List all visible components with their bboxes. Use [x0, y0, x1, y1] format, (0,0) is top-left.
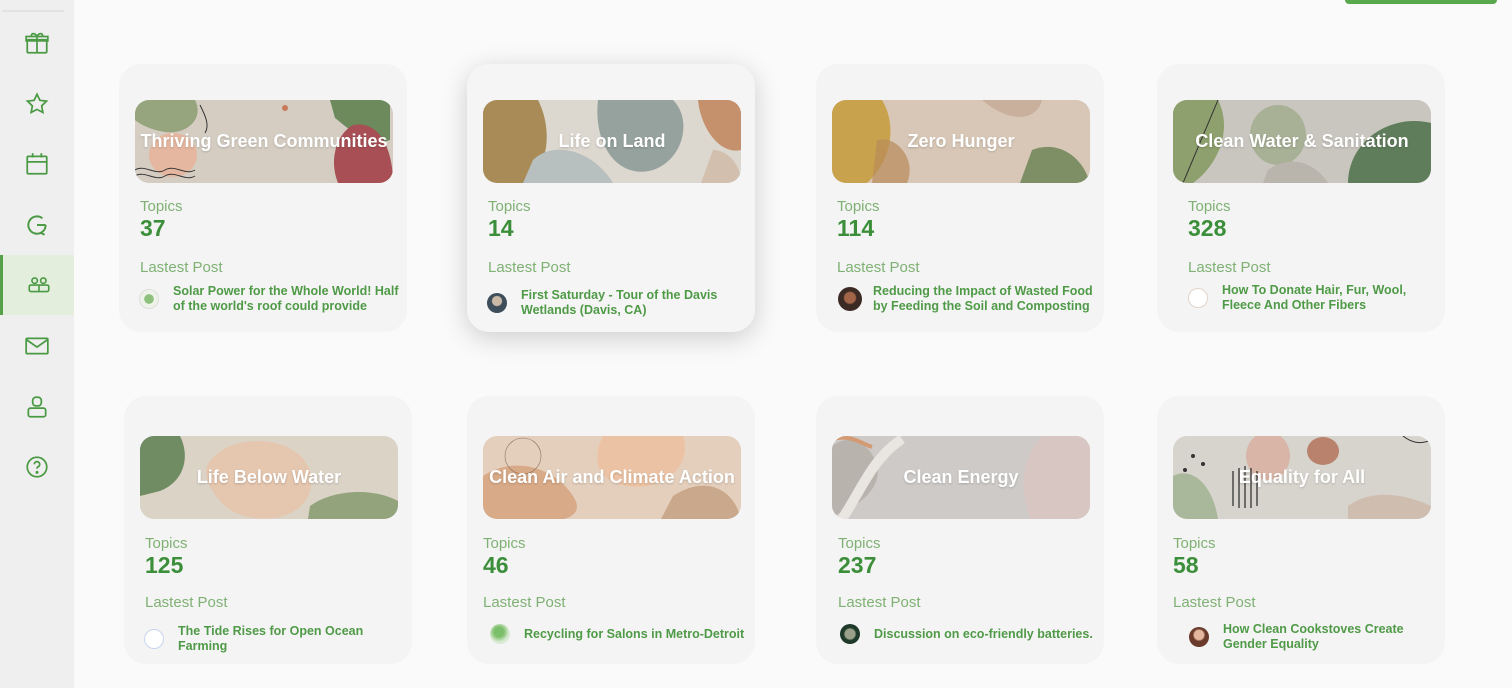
topics-label: Topics — [488, 198, 531, 215]
avatar — [838, 287, 862, 311]
nav-communities[interactable] — [0, 255, 74, 315]
card-banner: Thriving Green Communities — [135, 100, 393, 183]
top-action-button[interactable] — [1345, 0, 1497, 4]
card-title: Clean Water & Sanitation — [1195, 131, 1409, 151]
community-icon — [27, 277, 50, 293]
latest-post-link[interactable]: First Saturday - Tour of the Davis Wetla… — [521, 288, 749, 318]
latest-post[interactable]: Solar Power for the Whole World! Half of… — [139, 284, 401, 314]
community-card[interactable]: Clean Water & Sanitation Topics 328 Last… — [1157, 64, 1445, 332]
nav-messages[interactable] — [0, 316, 74, 376]
latest-post[interactable]: How Clean Cookstoves Create Gender Equal… — [1189, 622, 1445, 652]
card-title: Clean Energy — [903, 467, 1019, 487]
latest-post-label: Lastest Post — [1173, 594, 1256, 611]
nav-refresh[interactable] — [0, 195, 74, 255]
topics-count: 58 — [1173, 552, 1199, 578]
avatar — [139, 289, 159, 309]
card-banner: Clean Water & Sanitation — [1173, 100, 1431, 183]
latest-post[interactable]: Reducing the Impact of Wasted Food by Fe… — [838, 284, 1100, 314]
topics-label: Topics — [483, 535, 526, 552]
card-banner: Clean Air and Climate Action — [483, 436, 741, 519]
topics-count: 328 — [1188, 215, 1227, 241]
latest-post-label: Lastest Post — [838, 594, 921, 611]
latest-post-label: Lastest Post — [483, 594, 566, 611]
nav-profile[interactable] — [0, 377, 74, 437]
avatar — [490, 624, 510, 644]
latest-post-link[interactable]: Reducing the Impact of Wasted Food by Fe… — [873, 284, 1100, 314]
refresh-icon — [27, 215, 47, 236]
help-icon — [26, 456, 48, 478]
community-card[interactable]: Zero Hunger Topics 114 Lastest Post Redu… — [816, 64, 1104, 332]
topics-count: 37 — [140, 215, 166, 241]
card-title: Life on Land — [558, 131, 666, 151]
topics-label: Topics — [145, 535, 188, 552]
topics-count: 14 — [488, 215, 514, 241]
card-title: Clean Air and Climate Action — [489, 467, 735, 487]
topics-label: Topics — [1188, 198, 1231, 215]
community-card[interactable]: Clean Air and Climate Action Topics 46 L… — [467, 396, 755, 664]
latest-post-label: Lastest Post — [488, 259, 571, 276]
latest-post[interactable]: How To Donate Hair, Fur, Wool, Fleece An… — [1188, 283, 1428, 313]
card-banner: Clean Energy — [832, 436, 1090, 519]
avatar — [1189, 627, 1209, 647]
latest-post-link[interactable]: Discussion on eco-friendly batteries. — [874, 627, 1093, 642]
avatar — [144, 629, 164, 649]
latest-post-link[interactable]: How Clean Cookstoves Create Gender Equal… — [1223, 622, 1445, 652]
topics-label: Topics — [1173, 535, 1216, 552]
latest-post-link[interactable]: Recycling for Salons in Metro-Detroit — [524, 627, 744, 642]
latest-post[interactable]: First Saturday - Tour of the Davis Wetla… — [487, 288, 749, 318]
avatar — [1188, 288, 1208, 308]
card-banner: Equality for All — [1173, 436, 1431, 519]
card-title: Zero Hunger — [907, 131, 1015, 151]
card-title: Thriving Green Communities — [140, 131, 388, 151]
community-card[interactable]: Clean Energy Topics 237 Lastest Post Dis… — [816, 396, 1104, 664]
community-card[interactable]: Equality for All Topics 58 Lastest Post … — [1157, 396, 1445, 664]
sidebar — [0, 0, 74, 688]
latest-post-label: Lastest Post — [140, 259, 223, 276]
card-banner: Life on Land — [483, 100, 741, 183]
nav-help[interactable] — [0, 437, 74, 497]
calendar-icon — [26, 153, 48, 175]
star-icon — [25, 92, 49, 115]
sidebar-divider — [2, 10, 64, 12]
latest-post[interactable]: Discussion on eco-friendly batteries. — [840, 624, 1102, 644]
community-card[interactable]: Life Below Water Topics 125 Lastest Post… — [124, 396, 412, 664]
latest-post-link[interactable]: The Tide Rises for Open Ocean Farming — [178, 624, 406, 654]
nav-favorites[interactable] — [0, 74, 74, 134]
latest-post-label: Lastest Post — [145, 594, 228, 611]
avatar — [487, 293, 507, 313]
community-card[interactable]: Life on Land Topics 14 Lastest Post Firs… — [467, 64, 755, 332]
topics-count: 125 — [145, 552, 184, 578]
latest-post-label: Lastest Post — [837, 259, 920, 276]
topics-count: 237 — [838, 552, 877, 578]
nav-calendar[interactable] — [0, 134, 74, 194]
topics-count: 114 — [837, 215, 875, 241]
topics-label: Topics — [838, 535, 881, 552]
latest-post[interactable]: The Tide Rises for Open Ocean Farming — [144, 624, 406, 654]
gift-icon — [25, 32, 49, 54]
card-banner: Life Below Water — [140, 436, 398, 519]
mail-icon — [25, 337, 49, 355]
topics-count: 46 — [483, 552, 509, 578]
topics-label: Topics — [140, 198, 183, 215]
avatar — [840, 624, 860, 644]
latest-post[interactable]: Recycling for Salons in Metro-Detroit — [490, 624, 752, 644]
card-title: Equality for All — [1238, 467, 1366, 487]
user-icon — [27, 396, 47, 418]
community-card[interactable]: Thriving Green Communities Topics 37 Las… — [119, 64, 407, 332]
nav-gifts[interactable] — [0, 13, 74, 73]
card-title: Life Below Water — [196, 467, 342, 487]
latest-post-link[interactable]: Solar Power for the Whole World! Half of… — [173, 284, 401, 314]
topics-label: Topics — [837, 198, 880, 215]
card-banner: Zero Hunger — [832, 100, 1090, 183]
latest-post-link[interactable]: How To Donate Hair, Fur, Wool, Fleece An… — [1222, 283, 1428, 313]
latest-post-label: Lastest Post — [1188, 259, 1271, 276]
